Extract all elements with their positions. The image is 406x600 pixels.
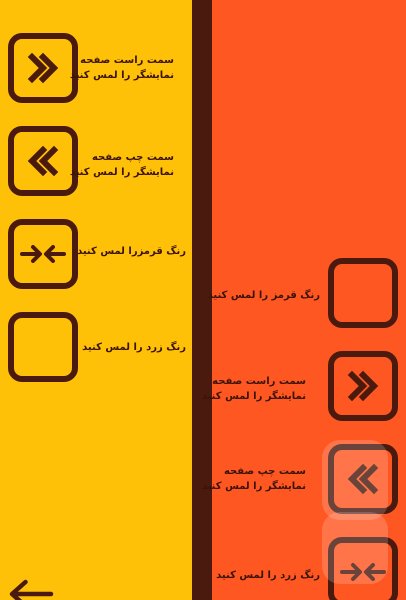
instruction-label: سمت راست صفحه نمایشگر را لمس کنید: [202, 374, 306, 404]
tile-red[interactable]: [328, 258, 398, 328]
instruction-line-1: رنگ زرد را لمس کنید: [82, 342, 186, 353]
back-arrow-icon[interactable]: [0, 576, 60, 600]
double-chevron-right-icon: [27, 52, 59, 84]
empty-square-icon: [14, 318, 72, 376]
instruction-line-2: نمایشگر را لمس کنید: [201, 391, 306, 402]
watermark-shape-bottom: [322, 512, 388, 584]
instruction-line-1: رنگ زرد را لمس کنید: [216, 570, 320, 581]
tile-red[interactable]: [8, 219, 78, 289]
instruction-line-2: نمایشگر را لمس کنید: [69, 167, 174, 178]
instruction-label: رنگ زرد را لمس کنید: [216, 568, 320, 583]
bazaar-watermark-icon: [312, 440, 398, 590]
app-screen: سمت راست صفحه نمایشگر را لمس کنید سمت چپ…: [0, 0, 406, 600]
instruction-label: سمت راست صفحه نمایشگر را لمس کنید: [70, 53, 174, 83]
instruction-line-2: نمایشگر را لمس کنید: [201, 481, 306, 492]
empty-square-icon: [334, 264, 392, 322]
double-chevron-right-icon: [347, 370, 379, 402]
instruction-line-1: رنگ قرمزرا لمس کنید: [77, 246, 186, 257]
tile-yellow[interactable]: [8, 312, 78, 382]
instruction-line-1: سمت چپ صفحه: [223, 466, 306, 477]
instruction-line-1: رنگ قرمز را لمس کنید: [207, 290, 320, 301]
watermark-shape-top: [322, 440, 388, 520]
tile-right-side[interactable]: [328, 351, 398, 421]
instruction-label: رنگ زرد را لمس کنید: [82, 340, 186, 355]
instruction-line-1: سمت راست صفحه: [212, 376, 306, 387]
arrows-inward-icon: [20, 245, 66, 263]
instruction-label: رنگ قرمزرا لمس کنید: [77, 244, 186, 259]
instruction-label: سمت چپ صفحه نمایشگر را لمس کنید: [202, 464, 306, 494]
instruction-line-2: نمایشگر را لمس کنید: [69, 70, 174, 81]
instruction-label: رنگ قرمز را لمس کنید: [208, 288, 320, 303]
instruction-line-1: سمت راست صفحه: [80, 55, 174, 66]
tile-right-side[interactable]: [8, 33, 78, 103]
instruction-label: سمت چپ صفحه نمایشگر را لمس کنید: [70, 150, 174, 180]
right-panel[interactable]: رنگ قرمز را لمس کنید سمت راست صفحه نمایش…: [202, 0, 406, 600]
double-chevron-left-icon: [27, 145, 59, 177]
instruction-line-1: سمت چپ صفحه: [91, 152, 174, 163]
tile-left-side[interactable]: [8, 126, 78, 196]
left-panel[interactable]: سمت راست صفحه نمایشگر را لمس کنید سمت چپ…: [0, 0, 192, 600]
